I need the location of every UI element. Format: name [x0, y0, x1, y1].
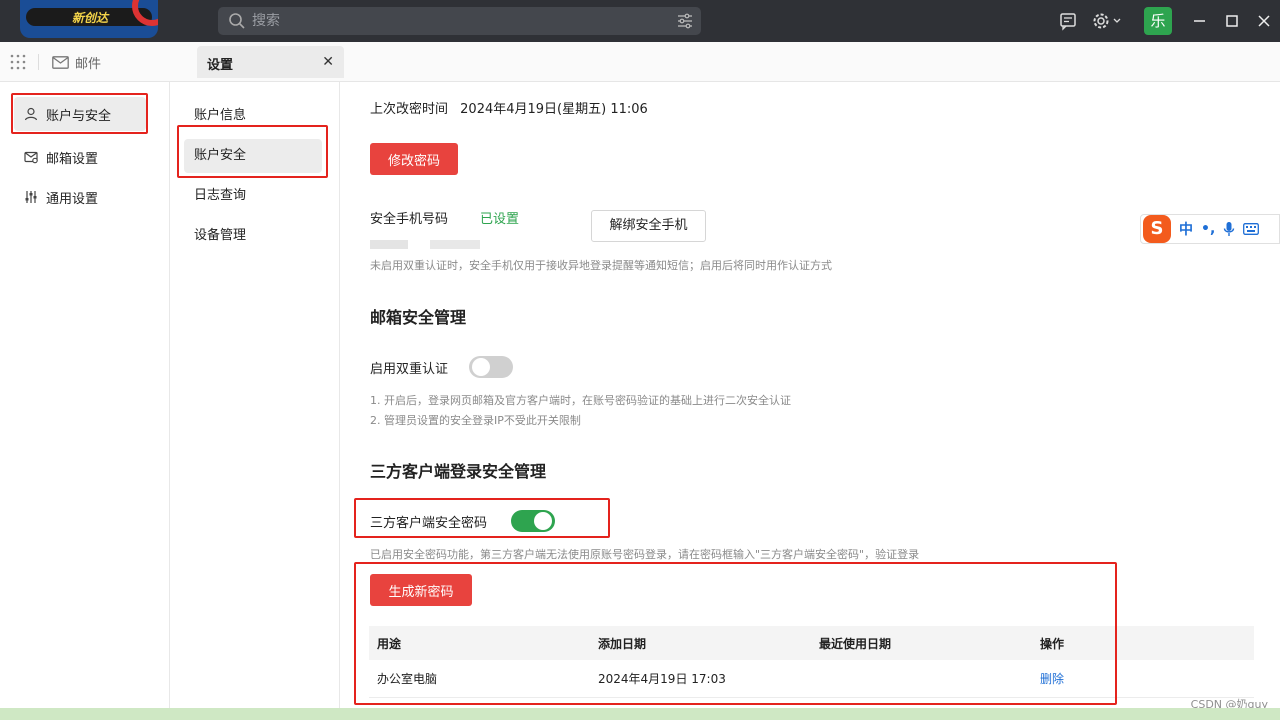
delete-link[interactable]: 删除 [1040, 670, 1064, 687]
change-password-button[interactable]: 修改密码 [370, 143, 458, 175]
microphone-icon[interactable] [1223, 221, 1235, 237]
search-icon [229, 13, 245, 29]
masked-phone-number [370, 238, 480, 250]
logo-text: 新创达 [72, 11, 109, 25]
nav-item-label: 账户与安全 [46, 108, 112, 124]
client-password-label: 三方客户端安全密码 [370, 516, 488, 531]
left-nav: 账户与安全 邮箱设置 通用设置 [0, 82, 170, 720]
sub-nav: 账户信息 账户安全 日志查询 设备管理 [170, 82, 340, 720]
tab-row: 邮件 设置 ✕ [0, 42, 1280, 82]
keyboard-icon[interactable] [1243, 223, 1260, 235]
two-factor-label: 启用双重认证 [370, 362, 449, 377]
client-password-toggle[interactable] [511, 510, 555, 532]
last-changed-value: 2024年4月19日(星期五) 11:06 [460, 102, 648, 117]
mailbox-settings-icon [24, 151, 38, 164]
mail-icon [52, 55, 69, 69]
apps-grid-icon[interactable] [10, 54, 26, 70]
subnav-item-account-security[interactable]: 账户安全 [184, 139, 322, 173]
row-purpose: 办公室电脑 [377, 672, 438, 686]
unbind-phone-button[interactable]: 解绑安全手机 [591, 210, 706, 242]
tab-mail[interactable]: 邮件 [52, 53, 102, 72]
taskbar-strip [0, 708, 1280, 720]
phone-hint: 未启用双重认证时，安全手机仅用于接收异地登录提醒等通知短信；启用后将同时用作认证… [370, 259, 832, 272]
title-bar: 新创达 乐 [0, 0, 1280, 42]
last-changed-label: 上次改密时间 [370, 102, 449, 117]
third-party-security-title: 三方客户端登录安全管理 [370, 462, 547, 481]
minimize-icon[interactable] [1190, 11, 1210, 31]
nav-item-label: 通用设置 [46, 191, 99, 207]
gear-icon[interactable] [1091, 11, 1111, 31]
search-box[interactable] [218, 7, 701, 35]
tab-mail-label: 邮件 [75, 56, 102, 72]
close-icon[interactable] [1254, 11, 1274, 31]
nav-item-general-settings[interactable]: 通用设置 [14, 180, 146, 214]
client-password-hint: 已启用安全密码功能，第三方客户端无法使用原账号密码登录，请在密码框输入"三方客户… [370, 548, 920, 561]
app-logo: 新创达 [20, 0, 158, 38]
mailbox-security-title: 邮箱安全管理 [370, 308, 467, 327]
two-factor-toggle[interactable] [469, 356, 513, 378]
subnav-item-log-query[interactable]: 日志查询 [184, 179, 322, 213]
user-icon [24, 107, 38, 121]
chevron-down-icon[interactable] [1112, 11, 1122, 31]
tab-settings[interactable]: 设置 ✕ [197, 46, 344, 78]
nav-item-account-security[interactable]: 账户与安全 [14, 97, 146, 131]
maximize-icon[interactable] [1222, 11, 1242, 31]
main-content: 上次改密时间 2024年4月19日(星期五) 11:06 修改密码 安全手机号码… [340, 82, 1280, 720]
tab-settings-label: 设置 [207, 58, 234, 73]
column-header-last-used: 最近使用日期 [819, 636, 892, 651]
two-factor-note-1: 1. 开启后，登录网页邮箱及官方客户端时，在账号密码验证的基础上进行二次安全认证 [370, 394, 791, 407]
column-header-action: 操作 [1040, 636, 1065, 651]
nav-item-mailbox-settings[interactable]: 邮箱设置 [14, 140, 146, 174]
table-header: 用途 添加日期 最近使用日期 操作 [369, 626, 1254, 660]
row-added-date: 2024年4月19日 17:03 [598, 672, 726, 686]
phone-label: 安全手机号码 [370, 212, 449, 227]
sogou-logo-icon: S [1143, 215, 1171, 243]
ime-punctuation[interactable]: •, [1201, 221, 1215, 237]
ime-toolbar[interactable]: S 中 •, [1140, 214, 1280, 244]
table-row: 办公室电脑 2024年4月19日 17:03 删除 [369, 660, 1254, 698]
last-password-change: 上次改密时间 2024年4月19日(星期五) 11:06 [370, 98, 648, 117]
client-password-table: 用途 添加日期 最近使用日期 操作 办公室电脑 2024年4月19日 17:03… [369, 626, 1254, 698]
two-factor-note-2: 2. 管理员设置的安全登录IP不受此开关限制 [370, 414, 581, 427]
close-tab-icon[interactable]: ✕ [322, 54, 334, 70]
column-header-purpose: 用途 [377, 636, 402, 651]
subnav-item-account-info[interactable]: 账户信息 [184, 99, 322, 133]
column-header-added-date: 添加日期 [598, 636, 647, 651]
sliders-icon [25, 191, 37, 203]
search-input[interactable] [252, 11, 652, 31]
filter-icon[interactable] [677, 13, 693, 29]
subnav-item-device-management[interactable]: 设备管理 [184, 219, 322, 253]
generate-password-button[interactable]: 生成新密码 [370, 574, 472, 606]
nav-item-label: 邮箱设置 [46, 151, 99, 167]
avatar[interactable]: 乐 [1144, 7, 1172, 35]
message-icon[interactable] [1058, 11, 1078, 31]
divider [38, 54, 39, 70]
phone-status: 已设置 [480, 212, 520, 227]
ime-chinese-mode[interactable]: 中 [1179, 219, 1193, 239]
